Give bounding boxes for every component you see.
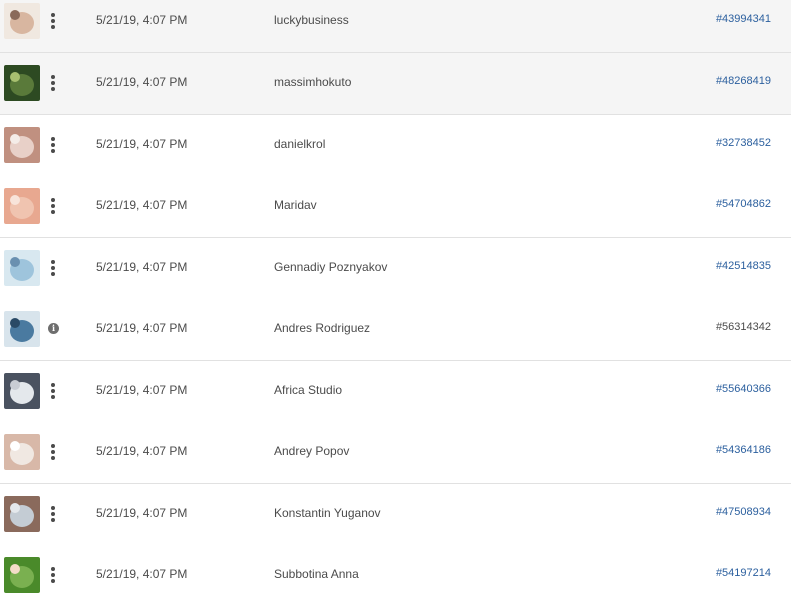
thumbnail-image: [4, 373, 40, 409]
contributor-name: Andrey Popov: [274, 444, 350, 458]
asset-thumbnail[interactable]: [4, 557, 40, 593]
thumbnail-image: [4, 250, 40, 286]
thumbnail-image: [4, 557, 40, 593]
asset-thumbnail[interactable]: [4, 434, 40, 470]
more-options-icon[interactable]: [46, 191, 60, 221]
license-date: 5/21/19, 4:07 PM: [96, 13, 188, 27]
table-row[interactable]: i 5/21/19, 4:07 PM Andres Rodriguez #563…: [0, 299, 791, 361]
license-date: 5/21/19, 4:07 PM: [96, 198, 188, 212]
asset-id-link[interactable]: #43994341: [716, 13, 771, 25]
table-row[interactable]: 5/21/19, 4:07 PM Maridav #54704862: [0, 176, 791, 238]
thumbnail-image: [4, 188, 40, 224]
asset-id-link[interactable]: #54197214: [716, 567, 771, 579]
table-row[interactable]: 5/21/19, 4:07 PM Subbotina Anna #5419721…: [0, 545, 791, 600]
more-options-icon[interactable]: [46, 68, 60, 98]
more-options-icon[interactable]: [46, 437, 60, 467]
more-options-icon[interactable]: [46, 560, 60, 590]
thumbnail-image: [4, 65, 40, 101]
contributor-name: danielkrol: [274, 137, 326, 151]
table-row[interactable]: 5/21/19, 4:07 PM massimhokuto #48268419: [0, 53, 791, 115]
asset-id-link[interactable]: #55640366: [716, 383, 771, 395]
asset-id-link[interactable]: #32738452: [716, 137, 771, 149]
contributor-name: Gennadiy Poznyakov: [274, 260, 388, 274]
asset-id-link[interactable]: #48268419: [716, 75, 771, 87]
more-options-icon[interactable]: [46, 376, 60, 406]
license-date: 5/21/19, 4:07 PM: [96, 506, 188, 520]
info-icon[interactable]: i: [48, 323, 59, 334]
more-options-icon[interactable]: [46, 6, 60, 36]
asset-id-link[interactable]: #54364186: [716, 444, 771, 456]
more-options-icon[interactable]: [46, 499, 60, 529]
asset-thumbnail[interactable]: [4, 250, 40, 286]
table-row[interactable]: 5/21/19, 4:07 PM luckybusiness #43994341: [0, 0, 791, 53]
table-row[interactable]: 5/21/19, 4:07 PM Konstantin Yuganov #475…: [0, 484, 791, 546]
more-options-icon[interactable]: [46, 253, 60, 283]
license-history-table: 5/21/19, 4:07 PM luckybusiness #43994341…: [0, 0, 791, 600]
contributor-name: Konstantin Yuganov: [274, 506, 381, 520]
table-row[interactable]: 5/21/19, 4:07 PM Gennadiy Poznyakov #425…: [0, 238, 791, 300]
asset-thumbnail[interactable]: [4, 496, 40, 532]
contributor-name: Andres Rodriguez: [274, 321, 371, 335]
asset-thumbnail[interactable]: [4, 311, 40, 347]
thumbnail-image: [4, 127, 40, 163]
asset-thumbnail[interactable]: [4, 127, 40, 163]
contributor-name: Maridav: [274, 198, 317, 212]
license-date: 5/21/19, 4:07 PM: [96, 321, 188, 335]
contributor-name: Africa Studio: [274, 383, 343, 397]
license-date: 5/21/19, 4:07 PM: [96, 567, 188, 581]
license-date: 5/21/19, 4:07 PM: [96, 137, 188, 151]
asset-id-link[interactable]: #42514835: [716, 260, 771, 272]
thumbnail-image: [4, 434, 40, 470]
more-options-icon[interactable]: [46, 130, 60, 160]
asset-thumbnail[interactable]: [4, 3, 40, 39]
thumbnail-image: [4, 496, 40, 532]
asset-id: #56314342: [715, 321, 771, 333]
license-date: 5/21/19, 4:07 PM: [96, 260, 188, 274]
table-row[interactable]: 5/21/19, 4:07 PM Andrey Popov #54364186: [0, 422, 791, 484]
thumbnail-image: [4, 311, 40, 347]
asset-id-link[interactable]: #47508934: [716, 506, 771, 518]
table-row[interactable]: 5/21/19, 4:07 PM danielkrol #32738452: [0, 115, 791, 177]
table-row[interactable]: 5/21/19, 4:07 PM Africa Studio #55640366: [0, 361, 791, 423]
contributor-name: Subbotina Anna: [274, 567, 359, 581]
asset-id-link[interactable]: #54704862: [716, 198, 771, 210]
asset-thumbnail[interactable]: [4, 188, 40, 224]
license-date: 5/21/19, 4:07 PM: [96, 75, 188, 89]
license-date: 5/21/19, 4:07 PM: [96, 444, 188, 458]
contributor-name: luckybusiness: [274, 13, 349, 27]
contributor-name: massimhokuto: [274, 75, 352, 89]
license-date: 5/21/19, 4:07 PM: [96, 383, 188, 397]
thumbnail-image: [4, 3, 40, 39]
asset-thumbnail[interactable]: [4, 65, 40, 101]
asset-thumbnail[interactable]: [4, 373, 40, 409]
